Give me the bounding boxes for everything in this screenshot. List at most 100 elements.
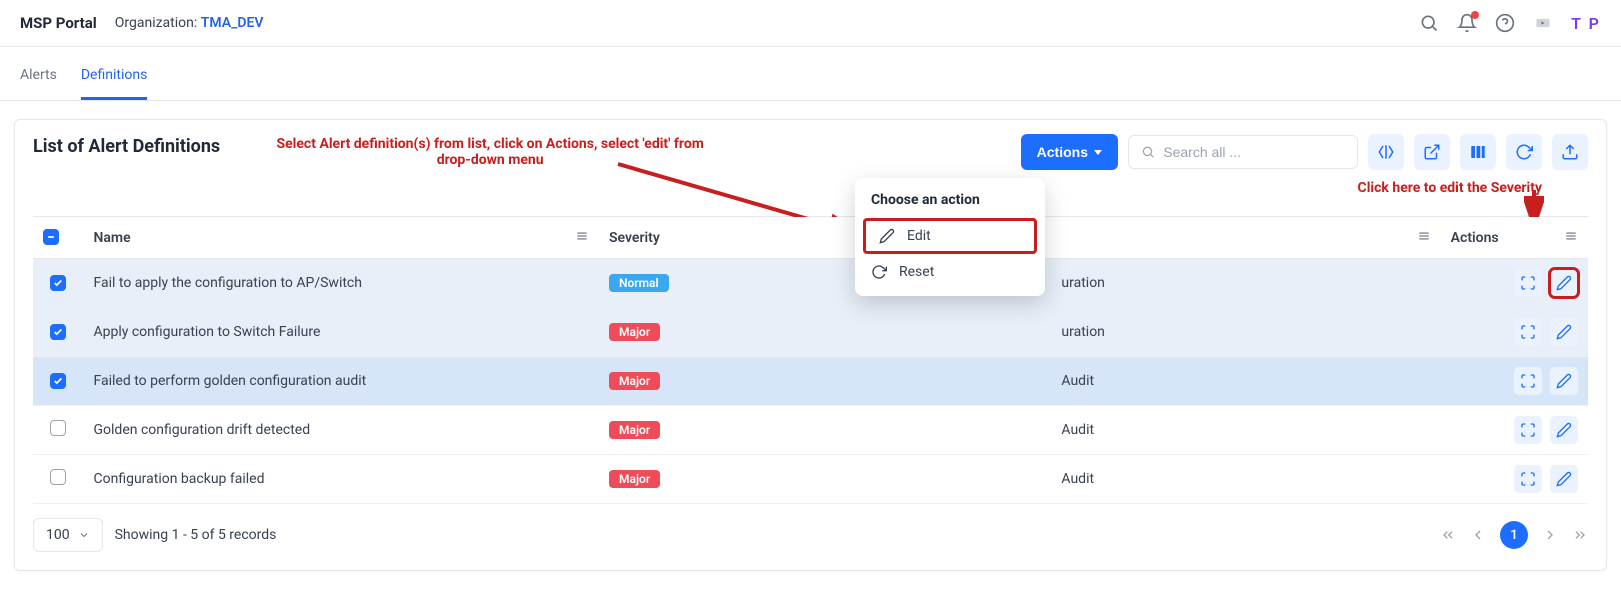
export-button[interactable] (1552, 134, 1588, 170)
cell-name: Golden configuration drift detected (84, 406, 600, 455)
apps-icon[interactable] (1533, 13, 1553, 33)
menu-item-label: Edit (907, 228, 931, 244)
pager-next[interactable] (1542, 527, 1558, 543)
chevron-down-icon (78, 529, 90, 541)
search-input[interactable] (1163, 144, 1345, 160)
org-block[interactable]: Organization: TMA_DEV (115, 15, 264, 31)
column-menu-icon[interactable] (1564, 229, 1578, 247)
notification-dot (1471, 11, 1479, 19)
severity-badge: Major (609, 323, 660, 341)
actions-menu: Choose an action Edit Reset (855, 178, 1045, 296)
pager-current[interactable]: 1 (1500, 521, 1528, 549)
cell-actions (1441, 308, 1588, 357)
table-row[interactable]: Configuration backup failed Major Audit (33, 455, 1588, 504)
actions-menu-title: Choose an action (855, 178, 1045, 218)
actions-button-label: Actions (1037, 144, 1088, 160)
table-row[interactable]: Golden configuration drift detected Major… (33, 406, 1588, 455)
cell-name: Configuration backup failed (84, 455, 600, 504)
fit-columns-button[interactable] (1368, 134, 1404, 170)
columns-button[interactable] (1460, 134, 1496, 170)
menu-item-edit[interactable]: Edit (863, 218, 1037, 254)
header-checkbox-cell (33, 217, 84, 259)
avatar[interactable]: T P (1571, 8, 1601, 38)
cell-severity: Major (599, 308, 1051, 357)
table-footer: 100 Showing 1 - 5 of 5 records 1 (33, 518, 1588, 552)
cell-category: uration (1051, 259, 1440, 308)
cell-actions (1441, 259, 1588, 308)
cell-name: Apply configuration to Switch Failure (84, 308, 600, 357)
row-checkbox[interactable] (50, 275, 66, 291)
column-menu-icon[interactable] (575, 229, 589, 247)
table-row[interactable]: Apply configuration to Switch Failure Maj… (33, 308, 1588, 357)
edit-row-button[interactable] (1550, 318, 1578, 346)
annotation-severity: Click here to edit the Severity (1358, 180, 1542, 196)
pager-prev[interactable] (1470, 527, 1486, 543)
tab-alerts[interactable]: Alerts (20, 53, 57, 100)
cell-category: Audit (1051, 406, 1440, 455)
cell-severity: Major (599, 455, 1051, 504)
cell-actions (1441, 357, 1588, 406)
cell-severity: Major (599, 406, 1051, 455)
definitions-card: List of Alert Definitions Select Alert d… (14, 119, 1607, 571)
refresh-button[interactable] (1506, 134, 1542, 170)
pagination-info: Showing 1 - 5 of 5 records (115, 527, 277, 543)
cell-severity: Major (599, 357, 1051, 406)
select-all-checkbox[interactable] (43, 229, 59, 245)
expand-row-button[interactable] (1514, 465, 1542, 493)
notifications-icon[interactable] (1457, 13, 1477, 33)
tabs: Alerts Definitions (0, 53, 1621, 101)
tab-definitions[interactable]: Definitions (81, 53, 147, 100)
page-title: List of Alert Definitions (33, 136, 220, 157)
brand-name: MSP Portal (20, 14, 97, 32)
edit-row-button[interactable] (1550, 269, 1578, 297)
row-checkbox[interactable] (50, 373, 66, 389)
menu-item-reset[interactable]: Reset (855, 254, 1045, 290)
search-input-wrapper[interactable] (1128, 135, 1358, 169)
search-icon (1141, 144, 1155, 160)
edit-row-button[interactable] (1550, 416, 1578, 444)
chevron-down-icon (1094, 150, 1102, 155)
column-header-name[interactable]: Name (84, 217, 600, 259)
expand-row-button[interactable] (1514, 416, 1542, 444)
org-label: Organization: (115, 15, 198, 31)
page-size-value: 100 (46, 527, 70, 543)
severity-badge: Major (609, 470, 660, 488)
column-header-actions: Actions (1441, 217, 1588, 259)
cell-name: Fail to apply the configuration to AP/Sw… (84, 259, 600, 308)
annotation-instructions: Select Alert definition(s) from list, cl… (260, 136, 720, 168)
row-checkbox[interactable] (50, 420, 66, 436)
severity-badge: Normal (609, 274, 669, 292)
top-bar: MSP Portal Organization: TMA_DEV T P (0, 0, 1621, 47)
cell-category: Audit (1051, 357, 1440, 406)
cell-actions (1441, 406, 1588, 455)
pager-last[interactable] (1572, 527, 1588, 543)
column-menu-icon[interactable] (1417, 229, 1431, 247)
severity-badge: Major (609, 372, 660, 390)
table-row[interactable]: Failed to perform golden configuration a… (33, 357, 1588, 406)
cell-category: Audit (1051, 455, 1440, 504)
expand-row-button[interactable] (1514, 269, 1542, 297)
table-row[interactable]: Fail to apply the configuration to AP/Sw… (33, 259, 1588, 308)
reset-icon (871, 264, 887, 280)
actions-dropdown-button[interactable]: Actions (1021, 134, 1118, 170)
edit-row-button[interactable] (1550, 465, 1578, 493)
column-header-category[interactable] (1051, 217, 1440, 259)
open-external-button[interactable] (1414, 134, 1450, 170)
cell-actions (1441, 455, 1588, 504)
cell-name: Failed to perform golden configuration a… (84, 357, 600, 406)
page-size-select[interactable]: 100 (33, 518, 103, 552)
row-checkbox[interactable] (50, 469, 66, 485)
expand-row-button[interactable] (1514, 367, 1542, 395)
definitions-table: Name Severity Actions (33, 216, 1588, 504)
menu-item-label: Reset (899, 264, 934, 280)
row-checkbox[interactable] (50, 324, 66, 340)
cell-category: uration (1051, 308, 1440, 357)
pager-first[interactable] (1440, 527, 1456, 543)
help-icon[interactable] (1495, 13, 1515, 33)
search-icon[interactable] (1419, 13, 1439, 33)
pencil-icon (879, 228, 895, 244)
severity-badge: Major (609, 421, 660, 439)
edit-row-button[interactable] (1550, 367, 1578, 395)
org-name: TMA_DEV (201, 15, 264, 31)
expand-row-button[interactable] (1514, 318, 1542, 346)
